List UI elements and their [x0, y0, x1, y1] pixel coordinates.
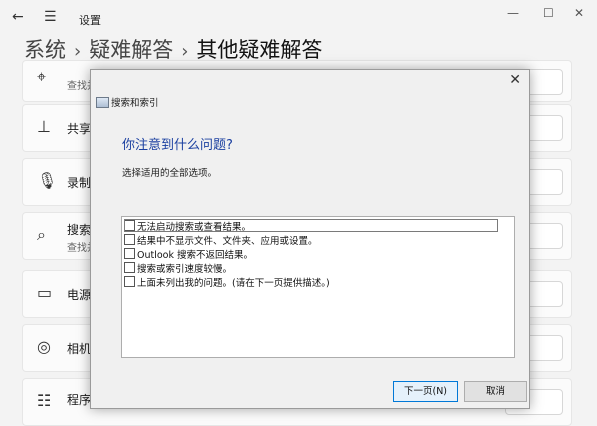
- checkbox[interactable]: [124, 262, 135, 273]
- breadcrumb-item-system[interactable]: 系统: [24, 38, 66, 62]
- problem-option[interactable]: 结果中不显示文件、文件夹、应用或设置。: [124, 233, 318, 247]
- option-label: 结果中不显示文件、文件夹、应用或设置。: [137, 236, 318, 247]
- row-label: 共享: [67, 122, 92, 136]
- program-list-icon: ☷: [37, 391, 52, 410]
- breadcrumb-item-troubleshoot[interactable]: 疑难解答: [89, 38, 173, 62]
- troubleshooter-app-icon: [96, 97, 109, 108]
- breadcrumb-separator: ›: [74, 41, 82, 62]
- problem-option[interactable]: 搜索或索引速度较慢。: [124, 261, 233, 275]
- back-arrow-icon[interactable]: ←: [12, 9, 24, 25]
- menu-icon[interactable]: ☰: [44, 9, 57, 25]
- breadcrumb-separator: ›: [181, 41, 189, 62]
- problem-option[interactable]: Outlook 搜索不返回结果。: [124, 247, 254, 261]
- title-bar: ← ☰ 设置 — ☐ ✕: [0, 0, 597, 36]
- checkbox[interactable]: [124, 220, 135, 231]
- problem-option[interactable]: 上面未列出我的问题。(请在下一页提供描述。): [124, 275, 330, 289]
- dialog-instruction: 选择适用的全部选项。: [122, 168, 218, 179]
- checkbox[interactable]: [124, 276, 135, 287]
- microphone-icon: 🎙: [37, 171, 58, 190]
- minimize-icon[interactable]: —: [507, 6, 519, 20]
- battery-icon: ▭: [37, 283, 53, 302]
- shared-folder-icon: ⊥: [37, 117, 51, 136]
- dialog-title: 搜索和索引: [111, 98, 159, 109]
- row-label: 搜索: [67, 223, 92, 237]
- row-label: 录制: [67, 176, 92, 190]
- dialog-close-icon[interactable]: ✕: [509, 72, 521, 88]
- row-label: 电源: [67, 288, 92, 302]
- option-label: Outlook 搜索不返回结果。: [137, 250, 254, 261]
- row-label: 相机: [67, 342, 92, 356]
- checkbox[interactable]: [124, 234, 135, 245]
- dialog-heading: 你注意到什么问题?: [122, 138, 233, 153]
- next-button[interactable]: 下一页(N): [393, 381, 458, 402]
- option-label: 搜索或索引速度较慢。: [137, 264, 233, 275]
- camera-icon: ◎: [37, 337, 51, 356]
- cancel-button[interactable]: 取消: [464, 381, 527, 402]
- row-label: 程序: [67, 393, 92, 407]
- problem-options-list[interactable]: 无法启动搜索或查看结果。 结果中不显示文件、文件夹、应用或设置。 Outlook…: [121, 216, 515, 358]
- network-icon: ⌖: [37, 67, 47, 86]
- close-icon[interactable]: ✕: [574, 6, 584, 20]
- search-indexing-dialog: ✕ 搜索和索引 你注意到什么问题? 选择适用的全部选项。 无法启动搜索或查看结果…: [90, 69, 530, 409]
- window-title: 设置: [79, 14, 101, 27]
- search-icon: ⌕: [37, 225, 46, 244]
- breadcrumb-item-other-troubleshooters: 其他疑难解答: [196, 38, 323, 62]
- option-label: 上面未列出我的问题。(请在下一页提供描述。): [137, 278, 330, 289]
- option-label: 无法启动搜索或查看结果。: [137, 222, 252, 233]
- problem-option[interactable]: 无法启动搜索或查看结果。: [124, 219, 498, 233]
- checkbox[interactable]: [124, 248, 135, 259]
- maximize-icon[interactable]: ☐: [543, 6, 554, 20]
